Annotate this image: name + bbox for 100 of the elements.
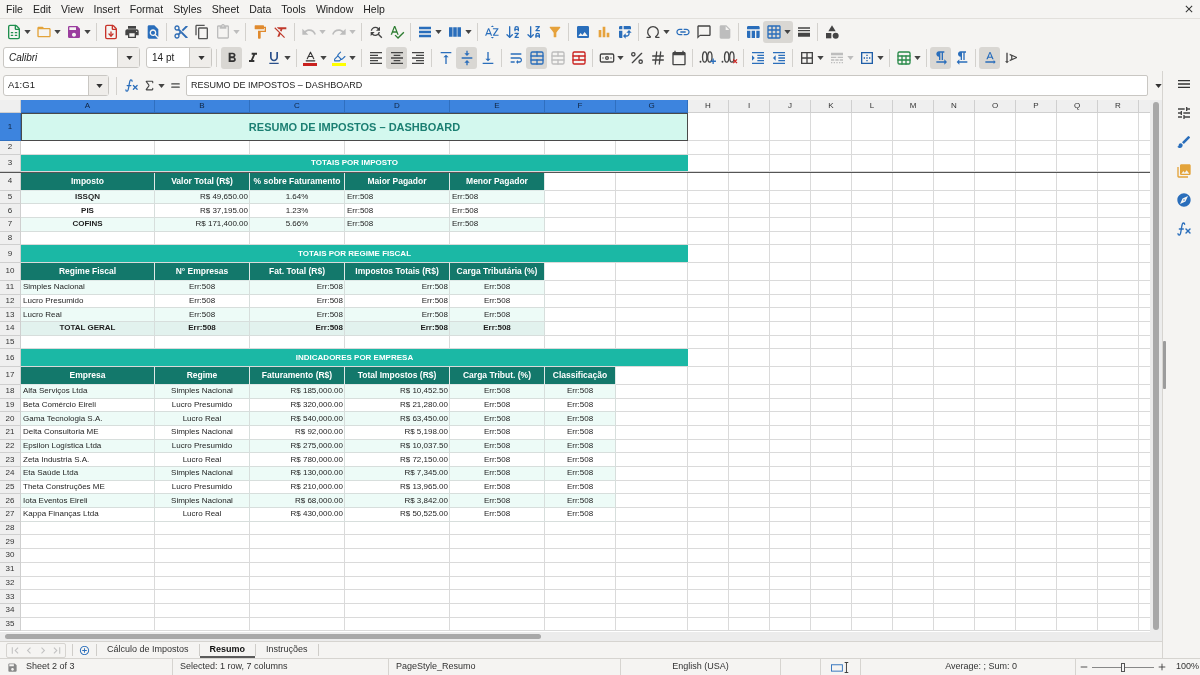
table-cell: R$ 540,000.00 (250, 412, 345, 426)
column-header[interactable]: O (975, 100, 1016, 113)
table-cell: 5.66% (250, 218, 345, 232)
table-cell: Err:508 (450, 322, 545, 336)
sliders-icon[interactable] (1175, 105, 1192, 121)
table-cell: Err:508 (545, 494, 616, 509)
table-cell: Err:508 (450, 308, 545, 322)
compass-icon[interactable] (1175, 192, 1192, 208)
row-header[interactable]: 14 (0, 322, 21, 336)
save-icon[interactable] (7, 661, 18, 673)
column-header[interactable]: Q (1057, 100, 1098, 113)
table-cell: Err:508 (250, 322, 345, 336)
scrollbar-thumb[interactable] (5, 634, 541, 639)
column-header[interactable]: R (1098, 100, 1139, 113)
close-icon (1183, 3, 1195, 15)
column-header[interactable]: G (616, 100, 688, 113)
caret-icon (158, 83, 165, 88)
sheet-tab[interactable]: Cálculo de Impostos (97, 642, 199, 658)
column-header[interactable]: B (155, 100, 250, 113)
column-header[interactable]: E (450, 100, 545, 113)
sheet-tab[interactable]: Instruções (256, 642, 318, 658)
menu-item[interactable]: View (56, 3, 89, 15)
column-header[interactable]: I (729, 100, 770, 113)
brush-icon[interactable] (1175, 134, 1192, 150)
dropdown-button[interactable] (189, 48, 211, 67)
menu-item[interactable]: Tools (276, 3, 311, 15)
caret-icon (616, 55, 624, 60)
resize-handle[interactable] (1163, 340, 1166, 389)
function-icon[interactable] (1175, 221, 1192, 237)
menu-item[interactable]: File (1, 3, 28, 15)
scrollbar-track[interactable] (0, 632, 1162, 641)
column-header[interactable]: M (893, 100, 934, 113)
merge-and-center-button[interactable] (526, 46, 547, 69)
sigma-icon (143, 79, 156, 92)
align-center-button[interactable] (386, 46, 407, 69)
selection-summary: Average: ; Sum: 0 (945, 660, 1017, 674)
caret-icon (913, 55, 921, 60)
row-header[interactable]: 6 (0, 204, 21, 219)
zoom-slider[interactable] (1092, 662, 1154, 672)
dropdown-button[interactable] (88, 76, 108, 95)
dropdown-button[interactable] (117, 48, 139, 67)
table-cell: Err:508 (545, 508, 616, 522)
column-header[interactable]: F (545, 100, 616, 113)
row-header[interactable]: 23 (0, 453, 21, 467)
row-header[interactable]: 30 (0, 549, 21, 563)
merge-cells-icon (528, 49, 545, 66)
font-name-box[interactable]: Calibri (3, 47, 140, 68)
row-header[interactable]: 9 (0, 245, 21, 263)
table-cell: Err:508 (450, 453, 545, 467)
row-header[interactable]: 26 (0, 494, 21, 509)
zoom-slider-thumb[interactable] (1121, 662, 1125, 672)
menu-item[interactable]: Edit (27, 3, 56, 15)
font-size-box[interactable]: 14 pt (146, 47, 212, 68)
menu-item[interactable]: Insert (88, 3, 125, 15)
add-sheet-icon[interactable] (79, 644, 90, 656)
row-header[interactable]: 27 (0, 508, 21, 522)
column-header[interactable]: N (934, 100, 975, 113)
column-header[interactable]: C (250, 100, 345, 113)
table-cell: COFINS (21, 218, 155, 232)
clipboard-icon (214, 23, 231, 40)
sum-button[interactable] (143, 79, 165, 92)
row-header[interactable]: 2 (0, 141, 21, 155)
printer-icon (123, 23, 140, 40)
column-header[interactable]: D (345, 100, 450, 113)
column-header[interactable]: H (688, 100, 729, 113)
table-cell: Err:508 (155, 322, 250, 336)
selection-mode-icon[interactable] (830, 661, 851, 673)
pivot-table-icon (616, 23, 633, 40)
row-header[interactable]: 24 (0, 467, 21, 481)
menu-item[interactable]: Styles (168, 3, 207, 15)
name-box[interactable]: A1:G1 (3, 75, 109, 96)
formula-input[interactable]: RESUMO DE IMPOSTOS – DASHBOARD (186, 75, 1148, 96)
column-header[interactable]: P (1016, 100, 1057, 113)
table-cell: Lucro Real (155, 412, 250, 426)
row-header[interactable]: 16 (0, 349, 21, 367)
menu-item[interactable]: Sheet (206, 3, 245, 15)
row-header[interactable]: 7 (0, 218, 21, 232)
menu-item[interactable]: Format (124, 3, 169, 15)
column-header[interactable]: L (852, 100, 893, 113)
left-to-right-button[interactable] (930, 46, 951, 69)
center-vertically-button[interactable] (456, 46, 477, 69)
table-cell: Err:508 (345, 204, 450, 219)
bold-button[interactable] (221, 46, 242, 69)
indent-increase-icon (749, 49, 766, 66)
zoom-in-icon[interactable] (1157, 662, 1167, 672)
row-header[interactable]: 1 (0, 113, 21, 141)
border-grid-icon (798, 49, 815, 66)
column-header[interactable]: J (770, 100, 811, 113)
column-header[interactable]: A (21, 100, 155, 113)
menu-item[interactable]: Window (310, 3, 359, 15)
menu-item[interactable]: Data (244, 3, 277, 15)
menu-item[interactable]: Help (358, 3, 390, 15)
text-direction-horizontal-button[interactable] (979, 46, 1000, 69)
row-header[interactable]: 33 (0, 590, 21, 604)
column-header[interactable]: K (811, 100, 852, 113)
function-wizard-icon[interactable] (124, 78, 139, 93)
row-header[interactable]: 20 (0, 412, 21, 426)
row-header[interactable]: 29 (0, 535, 21, 550)
row-header[interactable]: 13 (0, 308, 21, 322)
freeze-panes-button[interactable] (763, 20, 793, 43)
